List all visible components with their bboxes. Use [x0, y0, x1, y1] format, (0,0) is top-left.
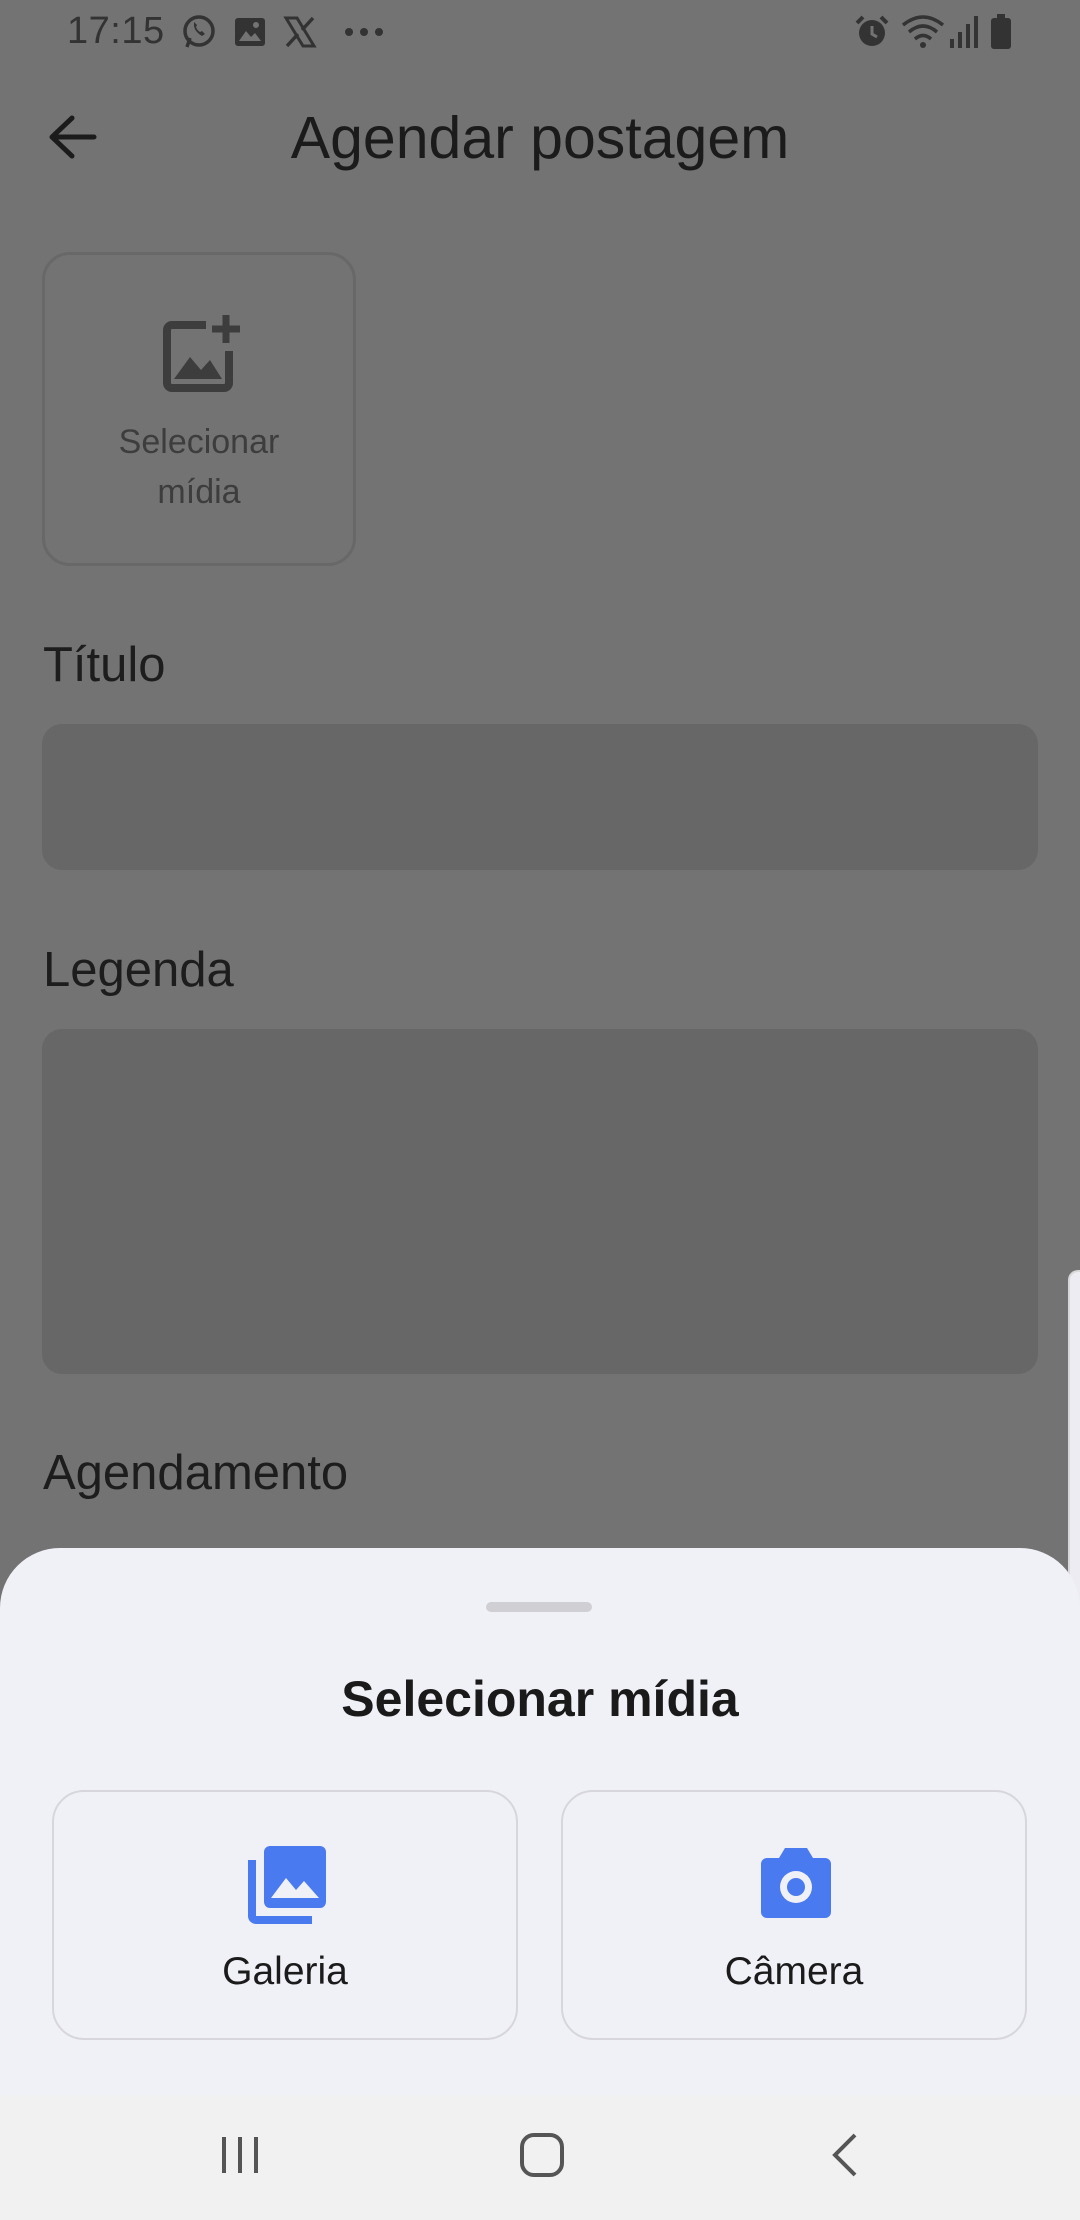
schedule-label: Agendamento	[43, 1446, 349, 1500]
camera-option-label: Câmera	[724, 1950, 864, 1993]
status-bar: 17:15	[0, 0, 1080, 66]
back-icon	[829, 2132, 859, 2183]
photo-library-icon	[244, 1840, 330, 1926]
home-button[interactable]	[502, 2125, 582, 2189]
system-nav-bar	[0, 2095, 1080, 2220]
add-photo-icon	[160, 311, 244, 395]
nav-back-button[interactable]	[804, 2125, 884, 2189]
recents-icon	[218, 2135, 262, 2180]
signal-icon	[948, 14, 982, 50]
home-icon	[519, 2132, 565, 2183]
whatsapp-icon	[180, 14, 218, 50]
camera-option-button[interactable]: Câmera	[561, 1790, 1027, 2040]
gallery-option-label: Galeria	[222, 1950, 348, 1993]
gallery-option-button[interactable]: Galeria	[52, 1790, 518, 2040]
gallery-icon	[232, 14, 268, 50]
caption-label: Legenda	[43, 943, 234, 997]
more-icon	[342, 14, 386, 50]
camera-icon	[753, 1840, 839, 1926]
caption-input[interactable]	[42, 1029, 1038, 1374]
title-label: Título	[43, 638, 166, 692]
select-media-label: Selecionar mídia	[118, 423, 280, 511]
recents-button[interactable]	[200, 2125, 280, 2189]
alarm-icon	[852, 14, 892, 50]
x-icon	[282, 14, 318, 50]
page-title: Agendar postagem	[290, 105, 790, 171]
wifi-icon	[900, 14, 946, 50]
select-media-tile[interactable]: Selecionar mídia	[42, 252, 356, 566]
media-bottom-sheet: Selecionar mídia Galeria Câmera	[0, 1548, 1080, 2095]
app-bar: Agendar postagem	[0, 66, 1080, 206]
status-time: 17:15	[67, 10, 165, 52]
title-input[interactable]	[42, 724, 1038, 870]
battery-icon	[988, 14, 1014, 50]
sheet-drag-handle[interactable]	[486, 1602, 592, 1612]
sheet-title: Selecionar mídia	[341, 1671, 739, 1727]
